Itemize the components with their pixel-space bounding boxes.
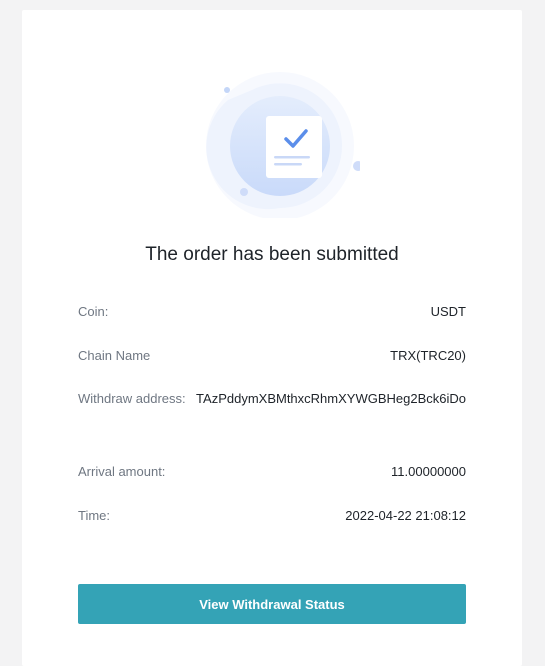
detail-row-address: Withdraw address: TAzPddymXBMthxcRhmXYWG… xyxy=(78,389,466,409)
withdraw-address-value: TAzPddymXBMthxcRhmXYWGBHeg2Bck6iDo xyxy=(196,391,466,406)
detail-row-amount: Arrival amount: 11.00000000 xyxy=(78,462,466,481)
detail-row-coin: Coin: USDT xyxy=(78,302,466,321)
withdraw-address-label: Withdraw address: xyxy=(78,391,186,406)
coin-label: Coin: xyxy=(78,304,109,319)
arrival-amount-label: Arrival amount: xyxy=(78,464,166,479)
chain-name-label: Chain Name xyxy=(78,348,151,363)
document-check-icon xyxy=(200,68,363,220)
view-withdrawal-status-button[interactable]: View Withdrawal Status xyxy=(78,584,466,624)
time-value: 2022-04-22 21:08:12 xyxy=(345,508,466,523)
chain-name-value: TRX(TRC20) xyxy=(390,348,466,363)
withdrawal-confirmation-card: The order has been submitted Coin: USDT … xyxy=(22,10,522,666)
detail-row-time: Time: 2022-04-22 21:08:12 xyxy=(78,506,466,525)
order-submitted-title: The order has been submitted xyxy=(145,244,399,265)
arrival-amount-value: 11.00000000 xyxy=(391,464,466,479)
coin-value: USDT xyxy=(430,304,466,319)
time-label: Time: xyxy=(78,508,111,523)
detail-row-chain: Chain Name TRX(TRC20) xyxy=(78,346,466,365)
